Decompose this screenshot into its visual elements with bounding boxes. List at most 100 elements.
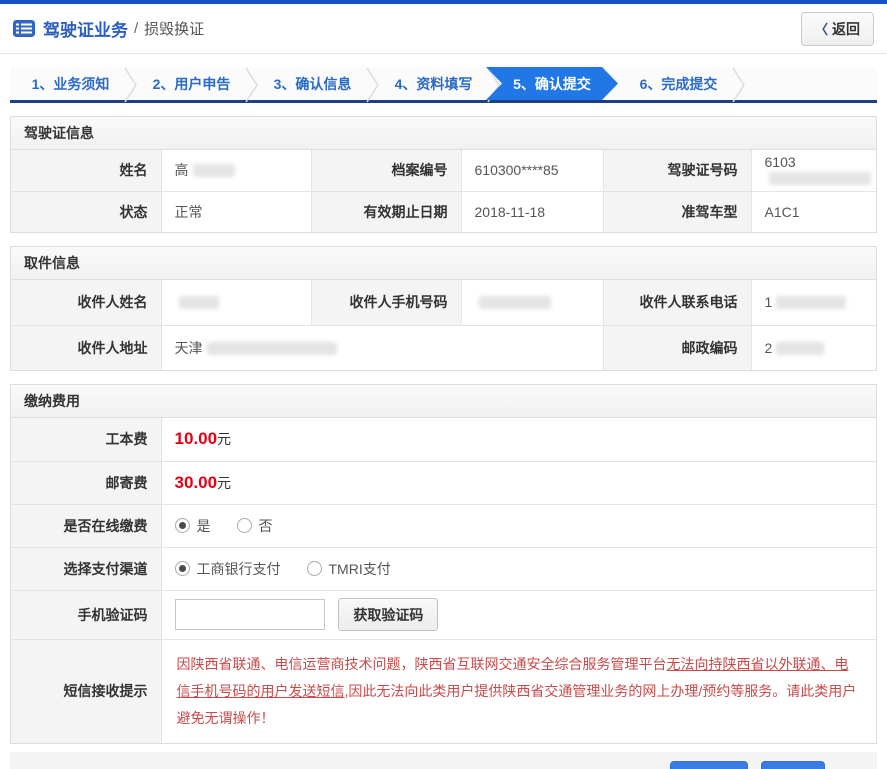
sms-notice-label: 短信接收提示 [11, 638, 162, 743]
recipient-mobile-value [460, 280, 604, 326]
get-sms-code-button[interactable]: 获取验证码 [338, 598, 439, 631]
file-number-value: 610300****85 [460, 150, 604, 192]
redacted-blur [776, 296, 847, 310]
radio-channel-tmri[interactable] [306, 561, 322, 576]
step-1-business-notes[interactable]: 1、业务须知 [10, 67, 137, 103]
license-number-value: 6103 [750, 150, 876, 192]
radio-channel-icbc[interactable] [174, 561, 190, 576]
payment-channel-label: 选择支付渠道 [11, 546, 162, 591]
previous-step-button[interactable]: 上一步 [670, 760, 748, 769]
step-separator-icon [732, 67, 745, 103]
postcode-label: 邮政编码 [602, 324, 752, 370]
online-payment-label: 是否在线缴费 [11, 503, 162, 548]
license-business-icon [13, 20, 35, 37]
recipient-phone-label: 收件人联系电话 [602, 280, 752, 326]
fee-unit: 元 [217, 474, 232, 491]
step-6-complete-submit[interactable]: 6、完成提交 [618, 67, 745, 103]
vehicle-class-label: 准驾车型 [602, 190, 752, 232]
license-info-section: 驾驶证信息 姓名 高 档案编号 610300****85 驾驶证号码 6103 … [10, 116, 877, 233]
step-progress-bar: 1、业务须知 2、用户申告 3、确认信息 4、资料填写 5、确认提交 6、完成提… [10, 67, 877, 103]
license-number-label: 驾驶证号码 [602, 150, 752, 192]
breadcrumb-divider: / [134, 20, 139, 37]
file-number-label: 档案编号 [310, 150, 462, 192]
page-header: 驾驶证业务 / 损毁换证 〈 返回 [0, 4, 887, 54]
name-value: 高 [160, 150, 312, 192]
sms-code-input[interactable] [174, 599, 325, 630]
redacted-blur [178, 296, 219, 310]
redacted-blur [478, 296, 551, 310]
status-label: 状态 [11, 190, 162, 232]
table-row: 手机验证码 获取验证码 [11, 589, 876, 640]
table-row: 收件人地址 天津 邮政编码 2 [11, 324, 876, 370]
postage-fee-amount: 30.00 [174, 472, 218, 492]
pickup-info-section: 取件信息 收件人姓名 收件人手机号码 收件人联系电话 1 收件人地址 天津 邮政… [10, 246, 877, 371]
redacted-blur [768, 172, 871, 186]
step-label: 2、用户申告 [152, 75, 231, 92]
pickup-section-title: 取件信息 [11, 247, 876, 280]
step-label: 3、确认信息 [273, 75, 352, 92]
back-button[interactable]: 〈 返回 [800, 11, 874, 46]
breadcrumb-current: 损毁换证 [144, 21, 205, 38]
page-title: 驾驶证业务 [43, 21, 128, 40]
postage-fee-label: 邮寄费 [11, 460, 162, 505]
work-fee-value: 10.00元 [160, 418, 876, 462]
postage-fee-value: 30.00元 [160, 460, 876, 505]
work-fee-amount: 10.00 [174, 429, 218, 449]
pickup-info-table: 收件人姓名 收件人手机号码 收件人联系电话 1 收件人地址 天津 邮政编码 2 [11, 280, 876, 370]
step-4-fill-materials[interactable]: 4、资料填写 [373, 67, 500, 103]
license-section-title: 驾驶证信息 [11, 117, 876, 150]
sms-notice-text-cell: 因陕西省联通、电信运营商技术问题，陕西省互联网交通安全综合服务管理平台无法向持陕… [160, 638, 876, 743]
work-fee-label: 工本费 [11, 418, 162, 462]
step-label: 4、资料填写 [394, 75, 473, 92]
fee-unit: 元 [217, 431, 232, 448]
sms-code-cell: 获取验证码 [160, 589, 876, 640]
vehicle-class-value: A1C1 [750, 190, 876, 232]
payment-section: 缴纳费用 工本费 10.00元 邮寄费 30.00元 是否在线缴费 是 否 选择… [10, 384, 877, 744]
payment-section-title: 缴纳费用 [11, 385, 876, 418]
recipient-phone-value: 1 [750, 280, 876, 326]
online-payment-options: 是 否 [160, 503, 876, 548]
sms-code-label: 手机验证码 [11, 589, 162, 640]
back-button-label: 返回 [832, 20, 860, 37]
payment-channel-options: 工商银行支付 TMRI支付 [160, 546, 876, 591]
table-row: 状态 正常 有效期止日期 2018-11-18 准驾车型 A1C1 [11, 190, 876, 232]
recipient-mobile-label: 收件人手机号码 [310, 280, 462, 326]
step-label: 5、确认提交 [513, 75, 591, 92]
postcode-value: 2 [750, 324, 876, 370]
step-3-confirm-info[interactable]: 3、确认信息 [252, 67, 379, 103]
radio-online-no[interactable] [236, 518, 252, 533]
chevron-left-icon: 〈 [814, 22, 828, 37]
table-row: 是否在线缴费 是 否 [11, 503, 876, 548]
recipient-name-value [160, 280, 312, 326]
step-5-confirm-submit[interactable]: 5、确认提交 [486, 67, 618, 100]
license-info-table: 姓名 高 档案编号 610300****85 驾驶证号码 6103 状态 正常 … [11, 150, 876, 232]
table-row: 短信接收提示 因陕西省联通、电信运营商技术问题，陕西省互联网交通安全综合服务管理… [11, 638, 876, 743]
redacted-blur [776, 341, 825, 355]
radio-channel-icbc-label: 工商银行支付 [196, 560, 281, 577]
name-label: 姓名 [11, 150, 162, 192]
sms-notice-text: 因陕西省联通、电信运营商技术问题，陕西省互联网交通安全综合服务管理平台无法向持陕… [176, 655, 857, 726]
radio-channel-tmri-label: TMRI支付 [328, 560, 391, 577]
table-row: 收件人姓名 收件人手机号码 收件人联系电话 1 [11, 280, 876, 326]
table-row: 选择支付渠道 工商银行支付 TMRI支付 [11, 546, 876, 591]
radio-online-yes-label: 是 [196, 517, 211, 534]
footer-action-bar: 上一步 完成 [10, 751, 877, 769]
radio-online-yes[interactable] [174, 518, 190, 533]
radio-online-no-label: 否 [258, 517, 273, 534]
expiry-value: 2018-11-18 [460, 190, 604, 232]
step-label: 6、完成提交 [639, 75, 718, 92]
step-2-user-declaration[interactable]: 2、用户申告 [131, 67, 258, 103]
finish-button[interactable]: 完成 [761, 760, 825, 769]
recipient-address-label: 收件人地址 [11, 324, 162, 370]
status-value: 正常 [160, 190, 312, 232]
table-row: 工本费 10.00元 [11, 418, 876, 462]
expiry-label: 有效期止日期 [310, 190, 462, 232]
table-row: 邮寄费 30.00元 [11, 460, 876, 505]
payment-table: 工本费 10.00元 邮寄费 30.00元 是否在线缴费 是 否 选择支付渠道 [11, 418, 876, 743]
redacted-blur [206, 341, 337, 355]
step-label: 1、业务须知 [31, 75, 110, 92]
redacted-blur [192, 164, 235, 178]
recipient-name-label: 收件人姓名 [11, 280, 162, 326]
table-row: 姓名 高 档案编号 610300****85 驾驶证号码 6103 [11, 150, 876, 192]
recipient-address-value: 天津 [160, 324, 604, 370]
